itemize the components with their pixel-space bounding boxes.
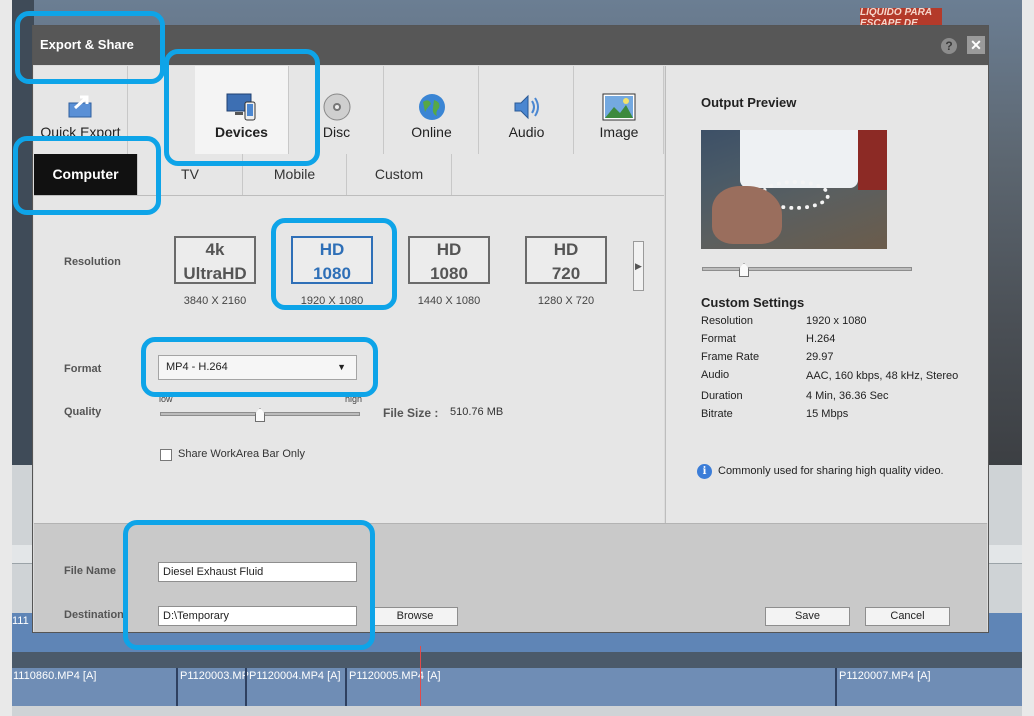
audio-track[interactable]: 1110860.MP4 [A] P1120003.MP P1120004.MP4…	[12, 668, 1022, 706]
output-preview-title: Output Preview	[701, 95, 797, 110]
share-workarea-checkbox[interactable]	[160, 449, 172, 461]
preview-box	[858, 130, 887, 190]
setting-key: Frame Rate	[701, 351, 760, 363]
image-icon	[601, 92, 637, 122]
destination-label: Destination	[64, 609, 124, 621]
resolution-label: Resolution	[64, 256, 121, 268]
globe-icon	[414, 92, 450, 122]
audio-clip-label[interactable]: P1120003.MP	[180, 670, 249, 682]
quick-export-icon	[63, 92, 99, 122]
quality-label: Quality	[64, 406, 102, 418]
next-presets-arrow[interactable]: ▶	[633, 241, 644, 291]
setting-value: 1920 x 1080	[806, 315, 867, 327]
preset-hd720[interactable]: HD 720	[525, 236, 607, 284]
tab-audio[interactable]: Audio	[480, 66, 574, 154]
audio-clip-label[interactable]: 1110860.MP4 [A]	[13, 670, 96, 682]
highlight-format	[141, 337, 378, 397]
setting-key: Duration	[701, 390, 743, 402]
highlight-hd1080-preset	[271, 218, 397, 310]
preset-line2: UltraHD	[183, 264, 247, 283]
setting-value: AAC, 160 kbps, 48 kHz, Stereo	[806, 370, 959, 382]
highlight-title	[15, 11, 165, 84]
audio-clip-label[interactable]: P1120007.MP4 [A]	[839, 670, 931, 682]
save-button[interactable]: Save	[765, 607, 850, 626]
preset-dimensions: 1440 X 1080	[417, 295, 481, 307]
clip-separator	[345, 668, 347, 706]
close-icon[interactable]: ✕	[967, 36, 985, 54]
tab-label: Image	[599, 124, 639, 140]
preset-dimensions: 3840 X 2160	[183, 295, 247, 307]
preset-line1: 4k	[205, 240, 225, 259]
highlight-filename-destination	[123, 520, 375, 650]
highlight-computer-subtab	[13, 136, 161, 215]
tab-label: Audio	[508, 124, 545, 140]
tab-label: Online	[411, 124, 452, 140]
format-label: Format	[64, 363, 102, 375]
audio-clip-label[interactable]: P1120004.MP4 [A]	[249, 670, 341, 682]
track-label: 111	[12, 615, 29, 627]
highlight-devices-tab	[164, 49, 320, 166]
disc-icon	[319, 92, 355, 122]
browse-button[interactable]: Browse	[372, 607, 458, 626]
file-name-label: File Name	[64, 565, 116, 577]
audio-clip-label[interactable]: P1120005.MP4 [A]	[349, 670, 441, 682]
help-icon[interactable]: ?	[941, 38, 957, 54]
subtab-custom[interactable]: Custom	[347, 154, 452, 195]
setting-key: Resolution	[701, 315, 753, 327]
setting-key: Bitrate	[701, 408, 733, 420]
setting-value: 4 Min, 36.36 Sec	[806, 390, 889, 402]
custom-settings-title: Custom Settings	[701, 295, 805, 310]
info-text: Commonly used for sharing high quality v…	[718, 465, 944, 477]
preset-line2: 720	[551, 264, 581, 283]
clip-separator	[835, 668, 837, 706]
file-size-value: 510.76 MB	[450, 406, 504, 418]
preview-scrubber[interactable]	[702, 267, 912, 271]
setting-value: 29.97	[806, 351, 834, 363]
video-thumbnails	[12, 652, 1022, 668]
preset-hd1080-1440[interactable]: HD 1080	[408, 236, 490, 284]
setting-value: 15 Mbps	[806, 408, 849, 420]
tab-image[interactable]: Image	[575, 66, 664, 154]
setting-value: H.264	[806, 333, 836, 345]
info-icon: i	[697, 464, 712, 479]
preset-dimensions: 1280 X 720	[537, 295, 595, 307]
setting-key: Format	[701, 333, 736, 345]
background-sign: LIQUIDO PARA ESCAPE DE	[860, 7, 942, 29]
preset-line1: HD	[553, 240, 579, 259]
file-size-label: File Size :	[383, 406, 439, 420]
share-workarea-label[interactable]: Share WorkArea Bar Only	[178, 448, 305, 460]
preset-line2: 1080	[430, 264, 468, 283]
speaker-icon	[509, 92, 545, 122]
clip-separator	[245, 668, 247, 706]
preset-line1: HD	[436, 240, 462, 259]
cancel-button[interactable]: Cancel	[865, 607, 950, 626]
playhead[interactable]	[420, 646, 421, 706]
clip-separator	[176, 668, 178, 706]
preview-hand	[712, 186, 782, 244]
setting-key: Audio	[701, 369, 730, 381]
preset-4k[interactable]: 4k UltraHD	[174, 236, 256, 284]
tab-online[interactable]: Online	[385, 66, 479, 154]
